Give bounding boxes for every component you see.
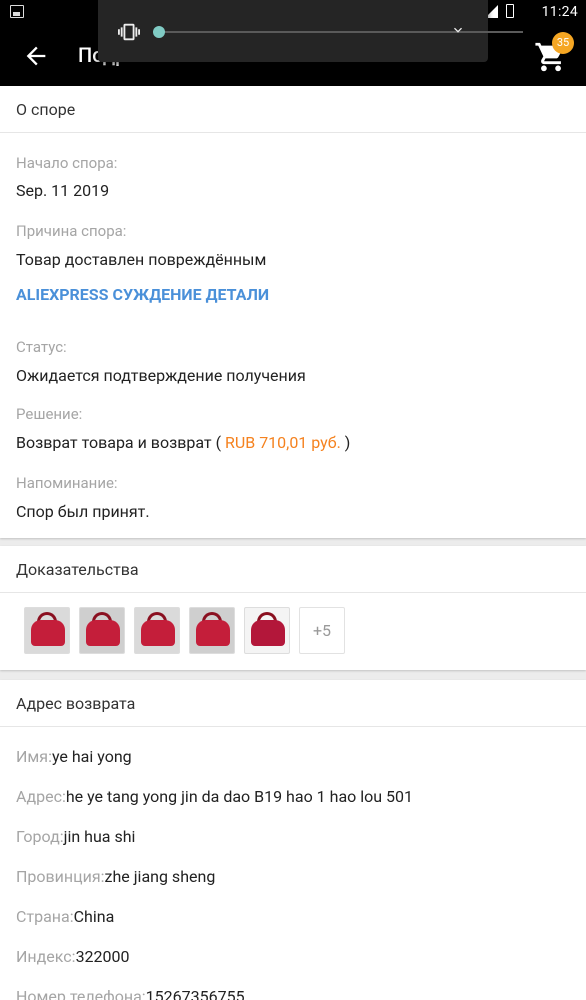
evidence-header: Доказательства [0, 546, 586, 593]
evidence-photo[interactable] [24, 607, 70, 654]
dispute-reason-label: Причина спора: [16, 222, 127, 240]
dispute-card: О споре Начало спора: Sep. 11 2019 Причи… [0, 86, 586, 538]
address-zip-row: Индекс:322000 [16, 947, 130, 966]
solution-prefix: Возврат товара и возврат ( [16, 433, 222, 452]
battery-icon [506, 4, 514, 18]
address-country-row: Страна:China [16, 907, 115, 926]
address-phone-row: Номер телефона:15267356755 [16, 987, 245, 1000]
dispute-solution-label: Решение: [16, 405, 83, 423]
vibrate-icon[interactable] [118, 21, 140, 43]
evidence-photo[interactable] [134, 607, 180, 654]
cart-button[interactable]: 35 [534, 32, 574, 74]
evidence-card: Доказательства +5 [0, 546, 586, 670]
refund-amount: RUB 710,01 руб. [225, 433, 341, 452]
solution-suffix: ) [344, 433, 351, 452]
dispute-start-label: Начало спора: [16, 154, 118, 172]
address-street-row: Адрес:he ye tang yong jin da dao B19 hao… [16, 787, 414, 806]
screenshot-notification-icon [10, 5, 24, 18]
dispute-status-label: Статус: [16, 338, 67, 356]
address-name-row: Имя:ye hai yong [16, 747, 132, 766]
volume-slider-thumb[interactable] [153, 26, 165, 38]
volume-panel [98, 0, 523, 62]
dispute-solution-value: Возврат товара и возврат ( RUB 710,01 ру… [16, 433, 350, 452]
address-city-row: Город:jin hua shi [16, 827, 136, 846]
evidence-photo[interactable] [79, 607, 125, 654]
dispute-header: О споре [0, 86, 586, 133]
more-evidence-button[interactable]: +5 [299, 607, 345, 654]
dispute-reminder-label: Напоминание: [16, 474, 118, 492]
cart-count-badge: 35 [552, 32, 574, 54]
status-time: 11:24 [541, 4, 578, 20]
dispute-reminder-value: Спор был принят. [16, 502, 150, 521]
volume-slider-track[interactable] [158, 31, 523, 33]
address-province-row: Провинция:zhe jiang sheng [16, 867, 216, 886]
evidence-thumbnails: +5 [0, 593, 586, 654]
dispute-start-value: Sep. 11 2019 [16, 181, 110, 200]
evidence-photo[interactable] [189, 607, 235, 654]
evidence-photo[interactable] [244, 607, 290, 654]
back-arrow-icon[interactable] [22, 42, 50, 70]
dispute-status-value: Ожидается подтверждение получения [16, 366, 306, 385]
aliexpress-details-link[interactable]: ALIEXPRESS СУЖДЕНИЕ ДЕТАЛИ [16, 285, 269, 304]
chevron-down-icon[interactable] [450, 22, 466, 38]
dispute-reason-value: Товар доставлен повреждённым [16, 250, 267, 269]
return-address-header: Адрес возврата [0, 680, 586, 727]
return-address-card: Адрес возврата Имя:ye hai yong Адрес:he … [0, 680, 586, 1000]
